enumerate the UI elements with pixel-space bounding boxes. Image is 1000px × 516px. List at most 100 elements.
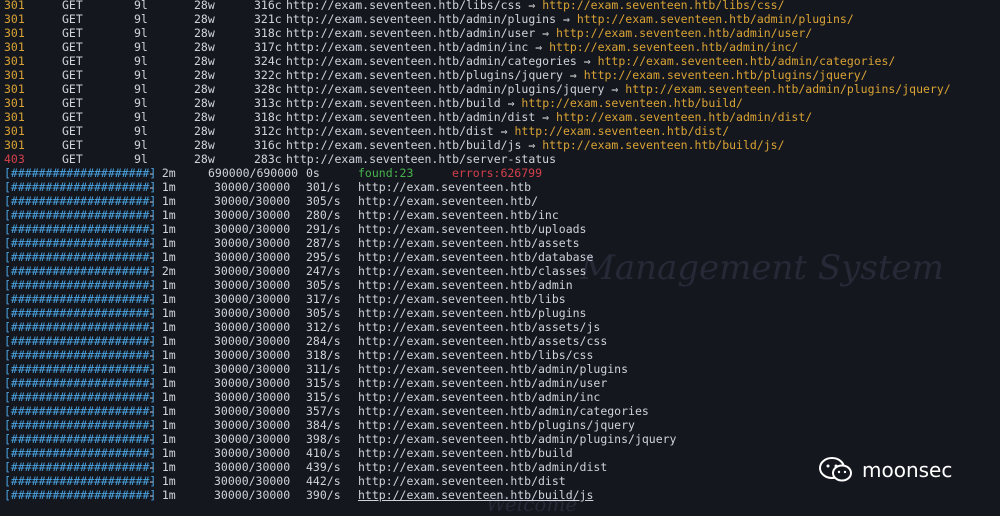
progress-bar: [####################]: [4, 334, 157, 348]
http-method: GET: [62, 40, 83, 54]
progress-time: - 1m: [148, 376, 176, 390]
redirect-url: http://exam.seventeen.htb/build/: [521, 96, 743, 110]
line-count: 9l: [134, 152, 148, 166]
progress-rate: 317/s: [306, 292, 341, 306]
progress-count: 30000/30000: [214, 236, 291, 250]
word-count: 28w: [194, 96, 215, 110]
progress-row: [####################] - 1m 30000/30000 287…: [4, 236, 1000, 250]
word-count: 28w: [194, 12, 215, 26]
progress-row: [####################] - 1m 30000/30000 291…: [4, 222, 1000, 236]
char-count: 313c: [254, 96, 282, 110]
char-count: 283c: [254, 152, 282, 166]
status-code: 301: [4, 26, 25, 40]
progress-url: http://exam.seventeen.htb/admin/inc: [358, 390, 601, 404]
progress-bar: [####################]: [4, 460, 157, 474]
result-url-text: http://exam.seventeen.htb/admin/inc: [286, 40, 529, 54]
char-count: 324c: [254, 54, 282, 68]
progress-bar: [####################]: [4, 236, 157, 250]
progress-row: [####################] - 1m 30000/30000 284…: [4, 334, 1000, 348]
result-url: http://exam.seventeen.htb/dist ⇒ http://…: [286, 124, 729, 138]
result-url-text: http://exam.seventeen.htb/admin/user: [286, 26, 536, 40]
progress-time: - 1m: [148, 348, 176, 362]
progress-row: [####################] - 1m 30000/30000 317…: [4, 292, 1000, 306]
progress-row: [####################] - 1m 30000/30000 295…: [4, 250, 1000, 264]
word-count: 28w: [194, 26, 215, 40]
progress-time: - 1m: [148, 194, 176, 208]
redirect-arrow: ⇒: [576, 54, 598, 68]
progress-rate: 301/s: [306, 180, 341, 194]
progress-url: http://exam.seventeen.htb/admin/plugins/…: [358, 432, 677, 446]
line-count: 9l: [134, 12, 148, 26]
progress-rate: 357/s: [306, 404, 341, 418]
progress-url: http://exam.seventeen.htb/admin/categori…: [358, 404, 649, 418]
word-count: 28w: [194, 68, 215, 82]
redirect-arrow: ⇒: [556, 12, 577, 26]
progress-bar: [####################]: [4, 292, 157, 306]
result-row: 301 GET 9l 28w 317c http://exam.seventeen.htb…: [4, 40, 1000, 54]
progress-count: 30000/30000: [214, 180, 291, 194]
progress-rate: 247/s: [306, 264, 341, 278]
summary-progress-bar: [####################]: [4, 166, 157, 180]
char-count: 312c: [254, 124, 282, 138]
result-url: http://exam.seventeen.htb/admin/dist ⇒ h…: [286, 110, 812, 124]
progress-url: http://exam.seventeen.htb/inc: [358, 208, 559, 222]
http-method: GET: [62, 82, 83, 96]
result-url: http://exam.seventeen.htb/admin/plugins/…: [286, 82, 951, 96]
progress-row: [####################] - 1m 30000/30000 305…: [4, 306, 1000, 320]
progress-bar: [####################]: [4, 264, 157, 278]
redirect-url: http://exam.seventeen.htb/dist/: [514, 124, 730, 138]
redirect-url: http://exam.seventeen.htb/admin/user/: [556, 26, 813, 40]
progress-url: http://exam.seventeen.htb/plugins/jquery: [358, 418, 635, 432]
progress-rate: 410/s: [306, 446, 341, 460]
progress-bar: [####################]: [4, 418, 157, 432]
progress-url: http://exam.seventeen.htb/admin/plugins: [358, 362, 629, 376]
redirect-arrow: ⇒: [528, 40, 550, 54]
progress-url: http://exam.seventeen.htb/admin: [358, 278, 573, 292]
result-url-text: http://exam.seventeen.htb/dist: [286, 124, 494, 138]
redirect-url: http://exam.seventeen.htb/admin/plugins/: [576, 12, 854, 26]
progress-rate: 280/s: [306, 208, 341, 222]
result-url-text: http://exam.seventeen.htb/build: [286, 96, 501, 110]
watermark-label: moonsec: [862, 458, 953, 482]
result-row: 301 GET 9l 28w 324c http://exam.seventeen.htb…: [4, 54, 1000, 68]
progress-time: - 1m: [148, 446, 176, 460]
progress-time: - 1m: [148, 236, 176, 250]
result-url: http://exam.seventeen.htb/build ⇒ http:/…: [286, 96, 743, 110]
progress-count: 30000/30000: [214, 460, 291, 474]
progress-time: - 1m: [148, 390, 176, 404]
progress-url: http://exam.seventeen.htb/libs: [358, 292, 566, 306]
http-method: GET: [62, 124, 83, 138]
line-count: 9l: [134, 82, 148, 96]
progress-url: http://exam.seventeen.htb/: [358, 194, 539, 208]
status-code: 301: [4, 0, 25, 12]
progress-bar: [####################]: [4, 488, 157, 502]
redirect-url: http://exam.seventeen.htb/admin/inc/: [549, 40, 799, 54]
summary-count: 690000/690000: [208, 166, 299, 180]
progress-count: 30000/30000: [214, 292, 291, 306]
progress-row: [####################] - 1m 30000/30000 315…: [4, 390, 1000, 404]
redirect-arrow: ⇒: [493, 124, 515, 138]
line-count: 9l: [134, 124, 148, 138]
progress-rate: 312/s: [306, 320, 341, 334]
summary-time: - 2m: [148, 166, 176, 180]
progress-url: http://exam.seventeen.htb/build/js: [358, 488, 594, 502]
result-url-text: http://exam.seventeen.htb/libs/css: [286, 0, 522, 12]
progress-time: - 1m: [148, 418, 176, 432]
summary-errors: errors:626799: [452, 166, 543, 180]
progress-bar: [####################]: [4, 320, 157, 334]
progress-rate: 442/s: [306, 474, 341, 488]
progress-row: [####################] - 1m 30000/30000 305…: [4, 194, 1000, 208]
progress-url: http://exam.seventeen.htb/classes: [358, 264, 587, 278]
redirect-url: http://exam.seventeen.htb/admin/plugins/…: [625, 82, 951, 96]
progress-rate: 305/s: [306, 194, 341, 208]
progress-time: - 1m: [148, 488, 176, 502]
progress-row: [####################] - 1m 30000/30000 398…: [4, 432, 1000, 446]
line-count: 9l: [134, 68, 148, 82]
http-method: GET: [62, 54, 83, 68]
line-count: 9l: [134, 54, 148, 68]
progress-time: - 1m: [148, 474, 176, 488]
line-count: 9l: [134, 110, 148, 124]
progress-bar: [####################]: [4, 306, 157, 320]
progress-url: http://exam.seventeen.htb/admin/dist: [358, 460, 608, 474]
progress-rate: 439/s: [306, 460, 341, 474]
